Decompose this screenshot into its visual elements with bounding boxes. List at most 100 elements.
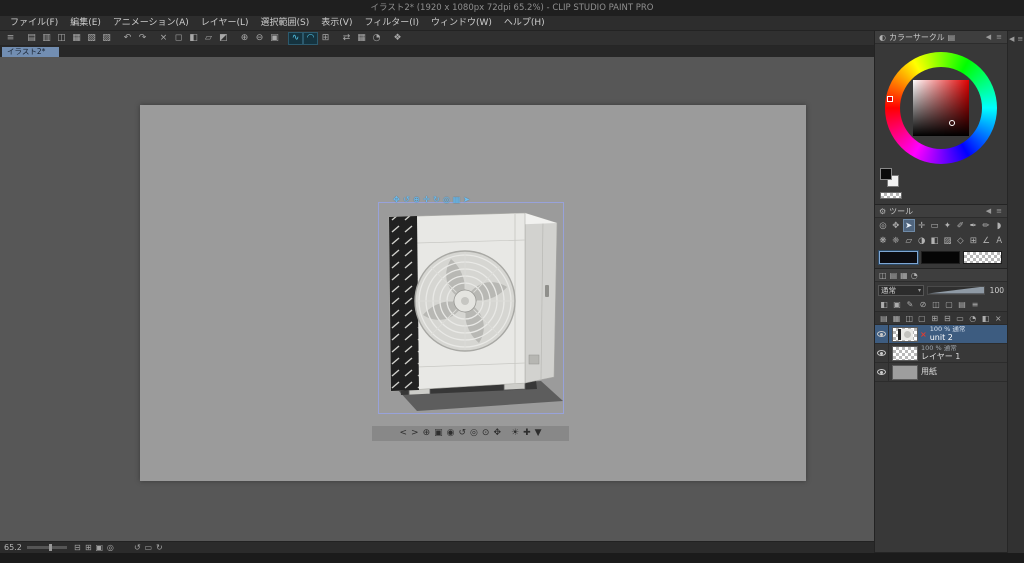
lock-layer-icon[interactable]: ▣ [891, 299, 903, 311]
clear-outside-icon[interactable]: ◻ [171, 32, 186, 45]
dock-menu-icon[interactable]: ≡ [1017, 34, 1024, 44]
dock-collapse-icon[interactable]: ◀ [1008, 34, 1016, 44]
new-file-icon[interactable]: ▤ [24, 32, 39, 45]
canvas-paper[interactable]: ✥ ↺ ⊕ ✛ ↻ ◎ ▦ ➤ < > ⊕ ▣ ◉ ↺ ◎ ⊙ ✥ ☀ ✚ ▼ [140, 105, 806, 481]
object-menu-icon[interactable]: ➤ [462, 194, 471, 205]
layer-property-tab-icon[interactable]: ▤ [890, 271, 898, 280]
zoom-in-icon[interactable]: ⊞ [83, 543, 94, 552]
apply-mask-icon[interactable]: ◔ [967, 312, 979, 324]
layer-name[interactable]: unit 2 [930, 333, 966, 342]
panel-collapse-icon[interactable]: ◀ [985, 207, 992, 215]
pencil-tool-icon[interactable]: ✏ [980, 219, 992, 232]
zoom-slider-thumb[interactable] [48, 544, 52, 551]
export-icon[interactable]: ▧ [84, 32, 99, 45]
main-color-swatch[interactable] [879, 251, 918, 264]
transfer-to-lower-icon[interactable]: ▢ [916, 312, 928, 324]
zoom-in-icon[interactable]: ⊕ [237, 32, 252, 45]
menu-animation[interactable]: アニメーション(A) [107, 16, 195, 31]
fill-icon[interactable]: ◧ [186, 32, 201, 45]
sv-marker[interactable] [949, 120, 955, 126]
next-camera-angle-icon[interactable]: > [411, 426, 419, 441]
3d-air-conditioner-object[interactable] [377, 199, 566, 417]
actual-size-icon[interactable]: ◎ [105, 543, 116, 552]
layer-search-tab-icon[interactable]: ▦ [900, 271, 908, 280]
material-palette-icon[interactable]: ❖ [390, 32, 405, 45]
blend-tool-icon[interactable]: ◑ [916, 234, 928, 247]
tool-panel-title[interactable]: ツール [889, 206, 913, 217]
airbrush-tool-icon[interactable]: ❋ [877, 234, 889, 247]
app-menu-icon[interactable]: ≡ [3, 32, 18, 45]
pen-tool-icon[interactable]: ✒ [967, 219, 979, 232]
main-color-chip[interactable] [880, 168, 892, 180]
selection-tool-icon[interactable]: ▭ [929, 219, 941, 232]
visibility-toggle[interactable] [875, 363, 889, 381]
operate-tool-icon[interactable]: ➤ [902, 219, 915, 232]
delete-layer-icon[interactable]: × [992, 312, 1004, 324]
transparent-swatch[interactable] [963, 251, 1002, 264]
object-rotate-icon[interactable]: ↻ [432, 194, 441, 205]
auto-select-tool-icon[interactable]: ✦ [941, 219, 953, 232]
menu-file[interactable]: ファイル(F) [4, 16, 64, 31]
document-tab[interactable]: イラスト2* [2, 47, 60, 57]
new-vector-layer-icon[interactable]: ▦ [891, 312, 903, 324]
color-wheel-tab-icon[interactable]: ◐ [879, 33, 886, 42]
eyedropper-tool-icon[interactable]: ✐ [954, 219, 966, 232]
menu-filter[interactable]: フィルター(I) [358, 16, 425, 31]
grid-view-icon[interactable]: ▦ [354, 32, 369, 45]
layer-color-icon[interactable]: ▤ [956, 299, 968, 311]
new-folder-icon[interactable]: ◫ [903, 312, 915, 324]
layer-name[interactable]: 用紙 [921, 367, 937, 376]
launcher-object-roll-icon[interactable]: ⊙ [482, 426, 490, 441]
flip-view-icon[interactable]: ⇄ [339, 32, 354, 45]
text-tool-icon[interactable]: A [993, 234, 1005, 247]
zoom-out-icon[interactable]: ⊟ [72, 543, 83, 552]
menu-view[interactable]: 表示(V) [315, 16, 358, 31]
layer-row-paper[interactable]: 用紙 [875, 363, 1007, 382]
blend-mode-select[interactable]: 通常 ▾ [878, 284, 924, 296]
launcher-camera-orbit-icon[interactable]: ◉ [447, 426, 455, 441]
menu-selection[interactable]: 選択範囲(S) [255, 16, 316, 31]
gradient-tool-icon[interactable]: ▨ [942, 234, 954, 247]
layer-move-tool-icon[interactable]: ✛ [916, 219, 928, 232]
draft-layer-icon[interactable]: ✎ [904, 299, 916, 311]
eraser-tool-icon[interactable]: ▱ [903, 234, 915, 247]
invert-selection-icon[interactable]: ◩ [216, 32, 231, 45]
create-mask-icon[interactable]: ▭ [954, 312, 966, 324]
open-file-icon[interactable]: ▥ [39, 32, 54, 45]
undo-icon[interactable]: ↶ [120, 32, 135, 45]
panel-menu-icon[interactable]: ≡ [995, 33, 1003, 41]
frame-border-tool-icon[interactable]: ⊞ [967, 234, 979, 247]
visibility-toggle[interactable] [875, 325, 889, 343]
opacity-slider[interactable] [927, 285, 985, 295]
canvas-workspace[interactable]: ✥ ↺ ⊕ ✛ ↻ ◎ ▦ ➤ < > ⊕ ▣ ◉ ↺ ◎ ⊙ ✥ ☀ ✚ ▼ [0, 57, 874, 541]
snap-grid-icon[interactable]: ⊞ [318, 32, 333, 45]
fill-tool-icon[interactable]: ◧ [929, 234, 941, 247]
layer-palette-tab-icon[interactable]: ◫ [879, 271, 887, 280]
menu-window[interactable]: ウィンドウ(W) [425, 16, 498, 31]
snap-special-ruler-icon[interactable]: ◠ [303, 31, 318, 45]
save-all-icon[interactable]: ▦ [69, 32, 84, 45]
launcher-rotate-left-icon[interactable]: ↺ [458, 426, 466, 441]
zoom-out-icon[interactable]: ⊖ [252, 32, 267, 45]
transparent-color-chip[interactable] [880, 192, 902, 199]
layer-thumbnail[interactable] [892, 364, 918, 380]
menu-help[interactable]: ヘルプ(H) [498, 16, 551, 31]
layer-row-unit2[interactable]: × 100 % 通常 unit 2 [875, 325, 1007, 344]
ground-snap-icon[interactable]: ✚ [523, 426, 531, 441]
mask-enable-icon[interactable]: ◧ [980, 312, 992, 324]
rotate-left-icon[interactable]: ↺ [132, 543, 143, 552]
launcher-object-rotate-icon[interactable]: ◎ [470, 426, 478, 441]
layer-name[interactable]: レイヤー 1 [921, 352, 960, 361]
hue-marker[interactable] [887, 96, 893, 102]
launcher-camera-zoom-icon[interactable]: ⊕ [423, 426, 431, 441]
object-snap-icon[interactable]: ▦ [452, 194, 461, 205]
move-tool-icon[interactable]: ✥ [890, 219, 902, 232]
sub-color-swatch[interactable] [921, 251, 960, 264]
color-panel-title[interactable]: カラーサークル [889, 32, 945, 43]
panel-collapse-icon[interactable]: ◀ [985, 33, 992, 41]
launcher-camera-pan-icon[interactable]: ▣ [434, 426, 443, 441]
decoration-tool-icon[interactable]: ❈ [890, 234, 902, 247]
exclude-from-refer-icon[interactable]: ⊘ [917, 299, 929, 311]
saturation-value-square[interactable] [913, 80, 969, 136]
launcher-object-move-icon[interactable]: ✥ [493, 426, 501, 441]
